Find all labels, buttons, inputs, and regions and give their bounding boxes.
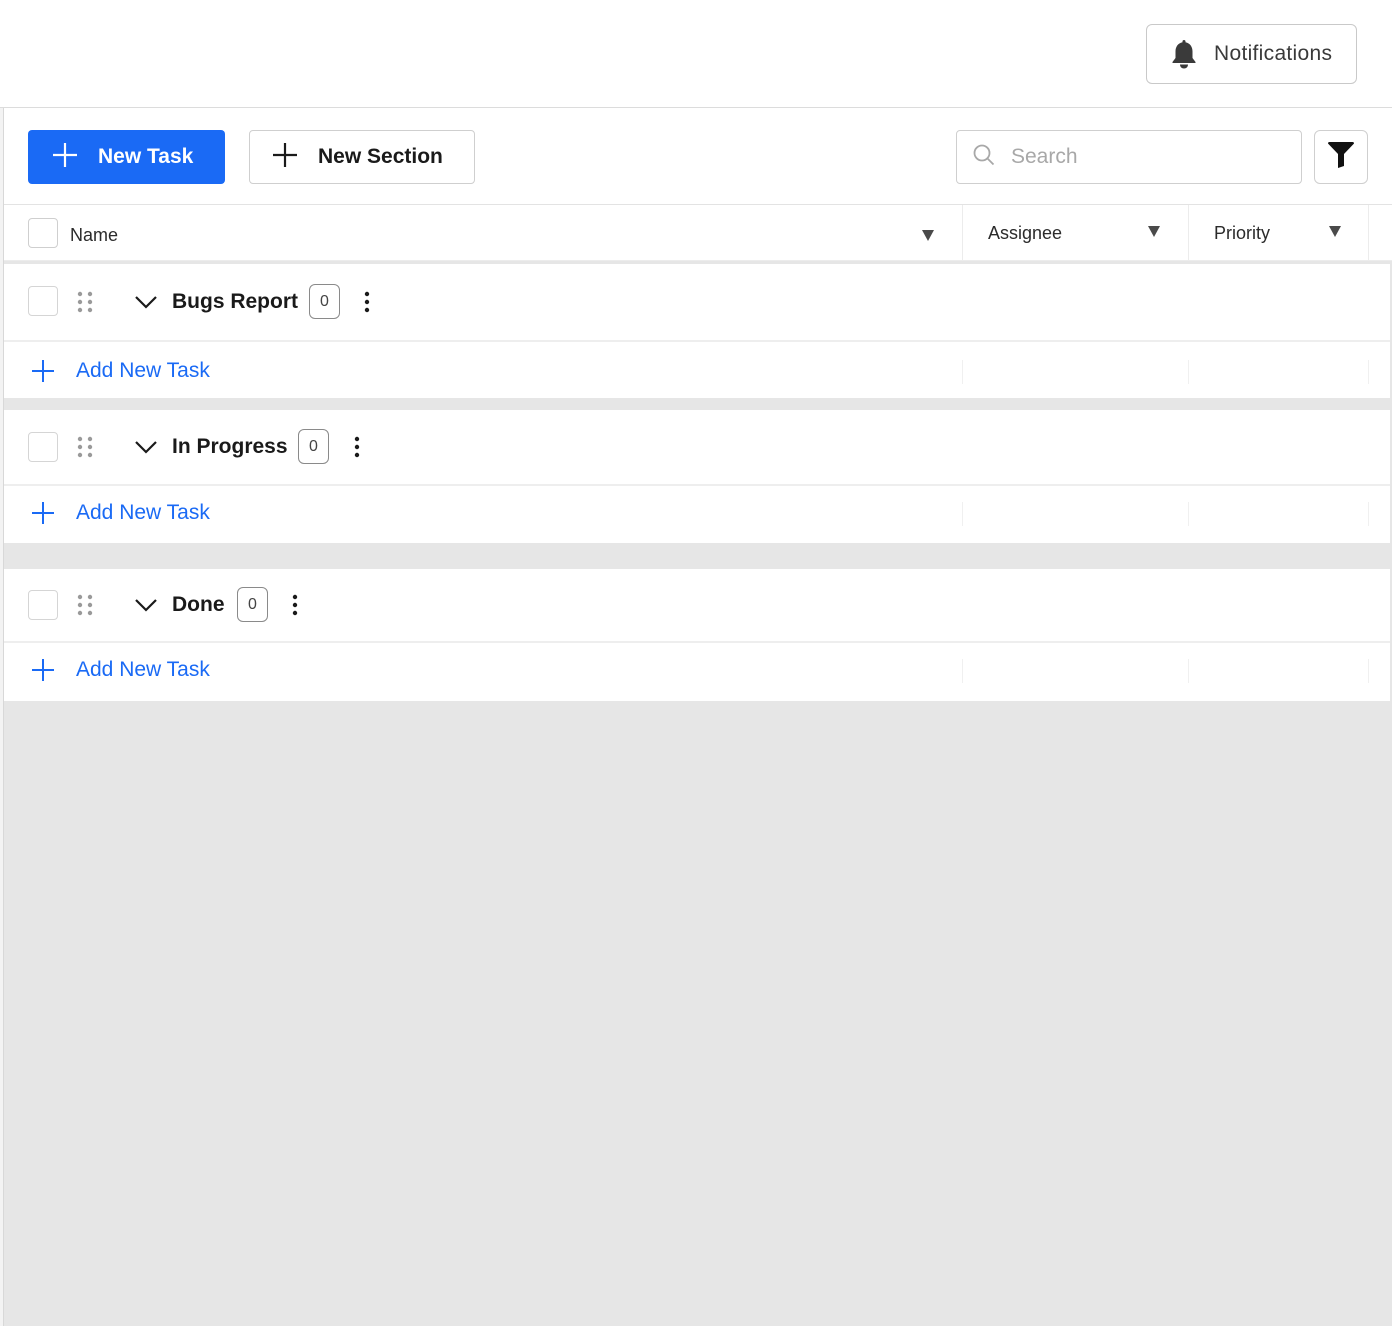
add-task-row: Add New Task [4,643,1390,699]
plus-icon[interactable] [32,659,54,681]
section-checkbox[interactable] [28,432,58,462]
chevron-down-icon[interactable] [134,290,158,314]
column-assignee-label: Assignee [988,222,1063,243]
plus-icon [52,142,78,173]
column-divider [1368,659,1369,683]
add-task-row: Add New Task [4,344,1390,400]
column-divider [962,502,963,526]
task-count-badge: 0 [237,587,268,622]
task-count-badge: 0 [309,284,340,319]
section-title: Bugs Report [172,290,298,313]
select-all-checkbox[interactable] [28,218,58,248]
section-done: Done 0 Add New Task [4,569,1390,701]
bell-icon [1169,38,1199,70]
section-header: Bugs Report 0 [4,264,1390,342]
notifications-label: Notifications [1214,42,1333,65]
more-options-icon[interactable] [352,435,362,459]
section-header: Done 0 [4,569,1390,643]
section-title: In Progress [172,435,288,458]
drag-handle-icon[interactable] [77,291,93,313]
add-new-task-link[interactable]: Add New Task [76,359,210,383]
section-title: Done [172,593,225,616]
drag-handle-icon[interactable] [77,436,93,458]
filter-icon [1327,141,1355,173]
search-icon [973,144,995,171]
top-bar: Notifications [0,0,1392,108]
assignee-sort-icon[interactable] [1148,226,1160,237]
new-section-label: New Section [318,145,443,168]
add-task-row: Add New Task [4,486,1390,542]
plus-icon[interactable] [32,502,54,524]
column-divider [1368,360,1369,384]
section-checkbox[interactable] [28,590,58,620]
name-sort-icon[interactable] [922,230,934,241]
chevron-down-icon[interactable] [134,435,158,459]
column-priority-header: Priority [1188,205,1368,261]
section-checkbox[interactable] [28,286,58,316]
column-divider [962,659,963,683]
column-divider [1188,659,1189,683]
section-header: In Progress 0 [4,410,1390,486]
section-in-progress: In Progress 0 Add New Task [4,410,1390,543]
more-options-icon[interactable] [362,290,372,314]
column-assignee-header: Assignee [962,205,1188,261]
new-task-button[interactable]: New Task [28,130,225,184]
column-name-header: Name [4,205,962,261]
priority-sort-icon[interactable] [1329,226,1341,237]
drag-handle-icon[interactable] [77,594,93,616]
column-divider [1188,502,1189,526]
notifications-button[interactable]: Notifications [1146,24,1357,84]
add-new-task-link[interactable]: Add New Task [76,658,210,682]
table-header: Name Assignee Priority [4,205,1392,261]
task-board: New Task New Section Name Assign [4,109,1392,1326]
search-box [956,130,1302,184]
filter-button[interactable] [1314,130,1368,184]
column-extra-header [1368,205,1392,261]
section-bugs-report: Bugs Report 0 Add New Task [4,264,1390,398]
column-divider [962,360,963,384]
column-divider [1188,360,1189,384]
new-section-button[interactable]: New Section [249,130,475,184]
column-name-label: Name [70,224,119,245]
column-divider [1368,502,1369,526]
toolbar: New Task New Section [4,109,1392,205]
chevron-down-icon[interactable] [134,593,158,617]
plus-icon[interactable] [32,360,54,382]
new-task-label: New Task [98,145,194,168]
plus-icon [272,142,298,173]
column-priority-label: Priority [1214,222,1271,243]
more-options-icon[interactable] [290,593,300,617]
search-input[interactable] [1011,145,1291,169]
task-count-badge: 0 [298,429,329,464]
add-new-task-link[interactable]: Add New Task [76,501,210,525]
